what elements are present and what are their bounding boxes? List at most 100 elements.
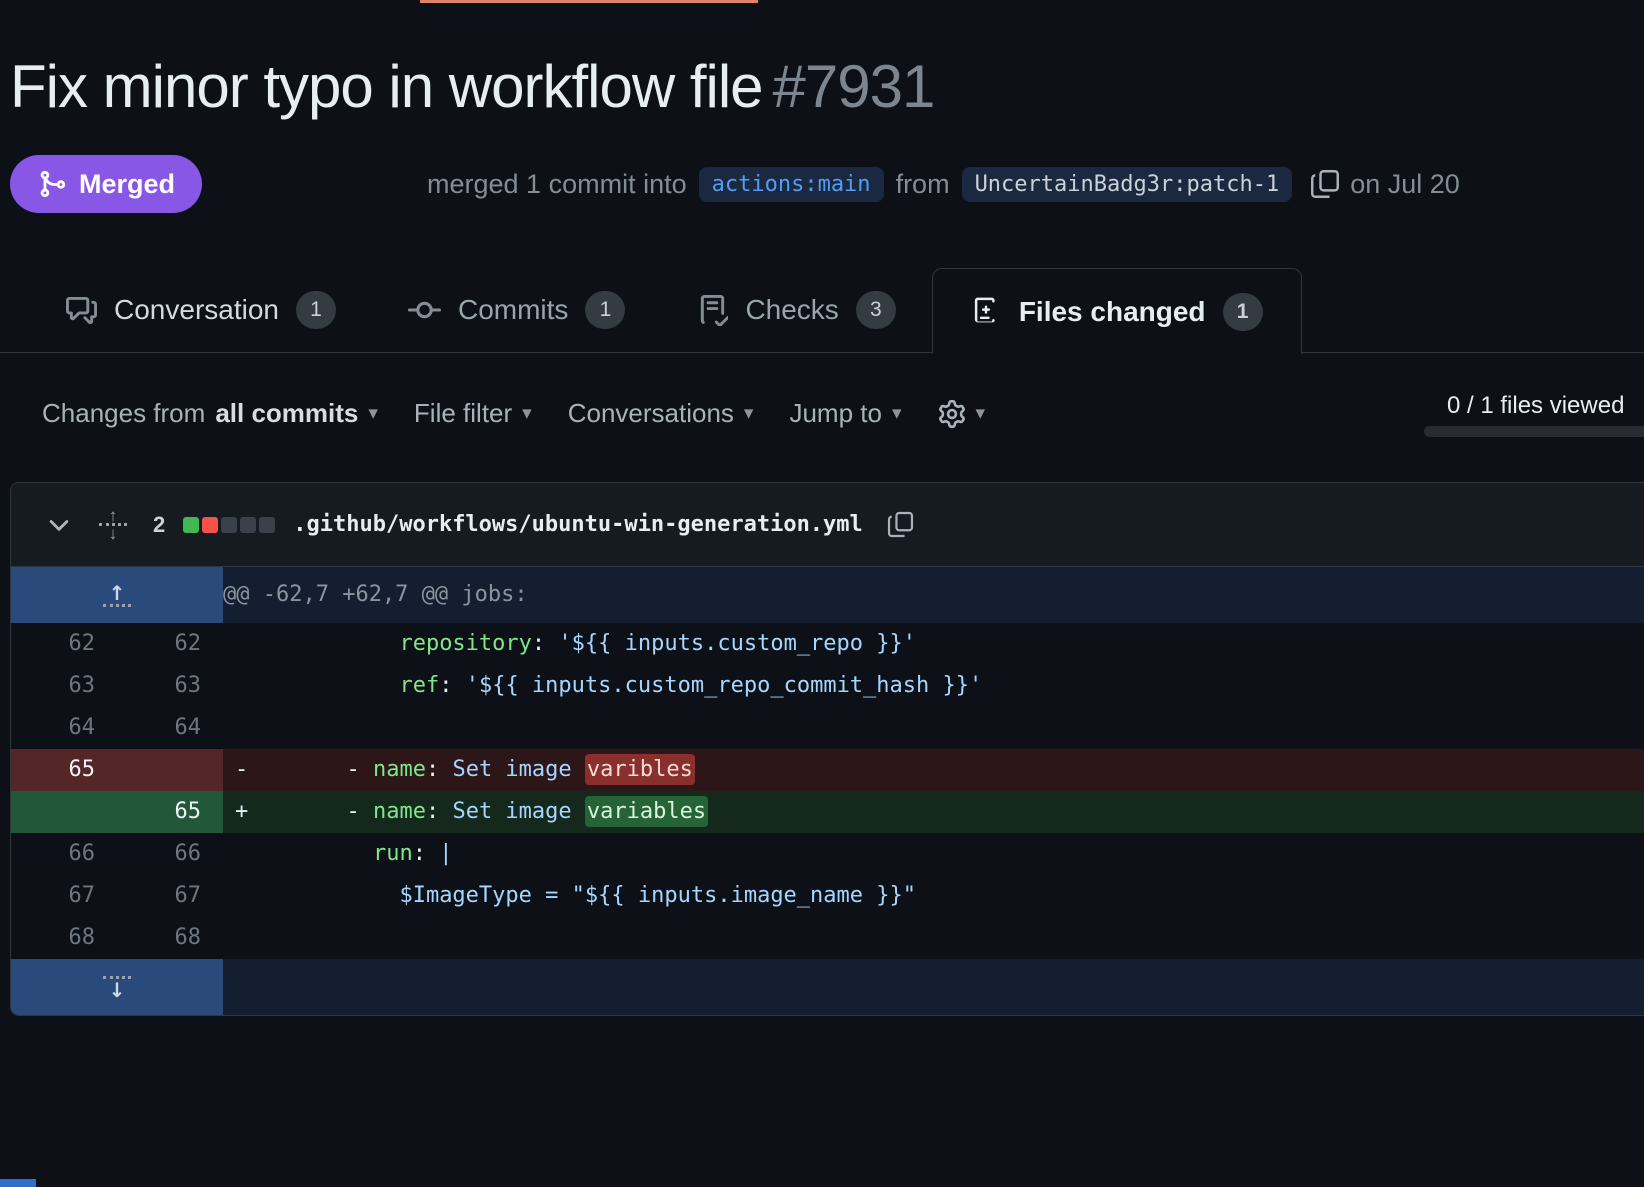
copy-icon [887, 511, 914, 538]
chevron-down-icon [45, 511, 73, 539]
code-token [267, 841, 373, 866]
expand-up-button[interactable]: ↑ [11, 567, 223, 623]
diff-table: ↑@@ -62,7 +62,7 @@ jobs:6262 repository:… [11, 567, 1644, 1015]
arrow-up-icon: ↑ [109, 584, 126, 602]
git-commit-icon [408, 294, 441, 327]
new-line-number[interactable]: 65 [117, 791, 223, 833]
expand-down-button[interactable]: ↓ [11, 959, 223, 1015]
code-token: Set image [452, 757, 584, 782]
tab-label: Files changed [1019, 296, 1206, 328]
old-line-number[interactable]: 62 [11, 623, 117, 665]
copy-branch-button[interactable] [1310, 169, 1340, 199]
code-token [267, 631, 399, 656]
diff-marker [223, 707, 267, 749]
fold-down-icon: ↓ [103, 976, 131, 999]
tab-checks[interactable]: Checks 3 [697, 268, 895, 352]
changed-word: variables [585, 796, 708, 827]
chevron-down-icon: ▾ [522, 402, 532, 425]
code-token: : [426, 799, 453, 824]
pr-title-text: Fix minor typo in workflow file [10, 53, 763, 120]
old-line-number[interactable]: 64 [11, 707, 117, 749]
tab-counter: 1 [585, 291, 625, 329]
old-line-number[interactable]: 66 [11, 833, 117, 875]
diff-line-addition: 65+ - name: Set image variables [11, 791, 1644, 833]
code-line [267, 707, 1644, 749]
head-branch-label: UncertainBadg3r:patch-1 [962, 167, 1293, 202]
dotted-line-icon [103, 604, 131, 607]
new-line-number[interactable]: 62 [117, 623, 223, 665]
diff-line-context: 6262 repository: '${{ inputs.custom_repo… [11, 623, 1644, 665]
chevron-down-icon: ▾ [744, 402, 754, 425]
old-line-number[interactable]: 68 [11, 917, 117, 959]
code-line: - name: Set image variables [267, 791, 1644, 833]
file-path-link[interactable]: .github/workflows/ubuntu-win-generation.… [293, 512, 863, 537]
jump-to-dropdown[interactable]: Jump to ▾ [789, 398, 901, 429]
code-token: : [413, 841, 440, 866]
merge-date: on Jul 20 [1350, 169, 1460, 200]
code-token: '${{ inputs.custom_repo_commit_hash }}' [466, 673, 983, 698]
tab-label: Conversation [114, 294, 279, 326]
old-line-number[interactable]: 63 [11, 665, 117, 707]
old-line-number[interactable] [11, 791, 117, 833]
hunk-header: @@ -62,7 +62,7 @@ jobs: [223, 567, 1644, 623]
code-token: $ImageType = "${{ inputs.image_name }}" [399, 883, 916, 908]
diff-hunk-row: ↑ @@ -62,7 +62,7 @@ jobs: [11, 567, 1644, 623]
new-line-number[interactable]: 63 [117, 665, 223, 707]
conversations-dropdown[interactable]: Conversations ▾ [568, 398, 754, 429]
new-line-number[interactable]: 64 [117, 707, 223, 749]
pr-number: #7931 [773, 53, 935, 120]
diff-stat-square [259, 517, 275, 533]
code-token: - [267, 757, 373, 782]
diff-marker: - [223, 749, 267, 791]
code-token: name [373, 757, 426, 782]
code-token [267, 883, 399, 908]
diff-marker [223, 833, 267, 875]
tab-commits[interactable]: Commits 1 [408, 268, 625, 352]
diff-stat-square [183, 517, 199, 533]
diff-stat-squares [183, 517, 275, 533]
old-line-number[interactable]: 67 [11, 875, 117, 917]
diff-settings-dropdown[interactable]: ▾ [938, 400, 986, 428]
collapse-file-button[interactable] [45, 511, 73, 539]
expander-filler [223, 959, 1644, 1015]
file-filter-dropdown[interactable]: File filter ▾ [414, 398, 532, 429]
diff-marker [223, 665, 267, 707]
merge-info-from: from [896, 169, 950, 200]
tab-conversation[interactable]: Conversation 1 [66, 268, 336, 352]
copy-file-path-button[interactable] [887, 511, 914, 538]
code-line: - name: Set image varibles [267, 749, 1644, 791]
new-line-number[interactable] [117, 749, 223, 791]
diff-line-context: 6363 ref: '${{ inputs.custom_repo_commit… [11, 665, 1644, 707]
new-line-number[interactable]: 66 [117, 833, 223, 875]
changes-from-dropdown[interactable]: Changes from all commits ▾ [42, 398, 378, 429]
pr-status-row: Merged merged 1 commit into actions:main… [0, 155, 1644, 213]
diff-line-context: 6767 $ImageType = "${{ inputs.image_name… [11, 875, 1644, 917]
diff-toolbar: Changes from all commits ▾ File filter ▾… [42, 398, 985, 429]
code-token: : [426, 757, 453, 782]
tab-counter: 3 [856, 291, 896, 329]
files-viewed-progress-bar [1424, 426, 1644, 437]
tab-files-changed[interactable]: Files changed 1 [932, 268, 1302, 354]
new-line-number[interactable]: 67 [117, 875, 223, 917]
tab-label: Checks [745, 294, 838, 326]
status-badge: Merged [10, 155, 202, 213]
file-changes-count: 2 [153, 512, 165, 538]
code-token: run [373, 841, 413, 866]
expand-diff-button[interactable]: ↑ ↓ [99, 509, 127, 540]
tab-label: Commits [458, 294, 568, 326]
code-line: repository: '${{ inputs.custom_repo }}' [267, 623, 1644, 665]
merge-info-prefix: merged 1 commit into [427, 169, 687, 200]
new-line-number[interactable]: 68 [117, 917, 223, 959]
changes-from-value: all commits [215, 398, 358, 429]
diff-stat-square [240, 517, 256, 533]
page-title: Fix minor typo in workflow file#7931 [10, 52, 934, 121]
git-merge-icon [37, 169, 67, 199]
changed-word: varibles [585, 754, 695, 785]
diff-line-context: 6464 [11, 707, 1644, 749]
chevron-down-icon: ▾ [976, 402, 986, 425]
diff-line-deletion: 65 - - name: Set image varibles [11, 749, 1644, 791]
bottom-edge-accent [0, 1179, 36, 1187]
gear-icon [938, 400, 966, 428]
tab-counter: 1 [1223, 293, 1263, 331]
old-line-number[interactable]: 65 [11, 749, 117, 791]
